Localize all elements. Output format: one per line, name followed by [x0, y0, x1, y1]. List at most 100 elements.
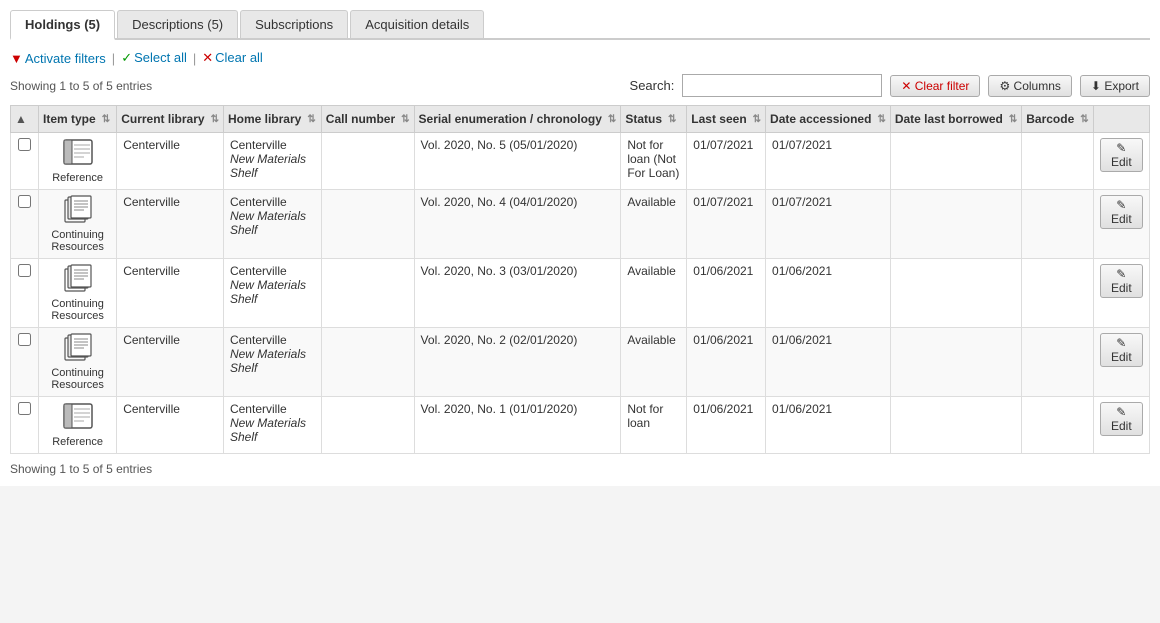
row-checkbox[interactable]: [18, 402, 31, 415]
item-type-label: Continuing Resources: [45, 298, 110, 322]
showing-label-top: Showing 1 to 5 of 5 entries: [10, 79, 152, 93]
sort-icon-item-type: ⇅: [102, 114, 110, 125]
item-type-content: Continuing Resources: [45, 195, 110, 253]
item-type-content: Continuing Resources: [45, 264, 110, 322]
filter-icon: ▼: [10, 51, 23, 66]
row-checkbox[interactable]: [18, 195, 31, 208]
call-number-cell: [321, 397, 414, 454]
item-type-label: Continuing Resources: [45, 367, 110, 391]
sort-icon-date-acc: ⇅: [877, 114, 885, 125]
serial-enum-cell: Vol. 2020, No. 2 (02/01/2020): [414, 328, 621, 397]
clear-filter-button[interactable]: ✕ Clear filter: [890, 75, 980, 97]
sort-up-icon: ▲: [15, 112, 27, 126]
edit-cell: ✎ Edit: [1093, 397, 1149, 454]
holdings-table: ▲ Item type⇅ Current library⇅ Home libra…: [10, 105, 1150, 454]
export-icon: ⬇: [1091, 79, 1101, 93]
serial-icon: [64, 333, 92, 364]
col-date-last-borrowed[interactable]: Date last borrowed⇅: [890, 106, 1021, 133]
edit-button[interactable]: ✎ Edit: [1100, 138, 1143, 172]
edit-pencil-icon: ✎: [1116, 405, 1126, 419]
last-seen-cell: 01/06/2021: [687, 259, 766, 328]
last-seen-cell: 01/07/2021: [687, 133, 766, 190]
call-number-cell: [321, 259, 414, 328]
row-checkbox[interactable]: [18, 333, 31, 346]
row-checkbox[interactable]: [18, 264, 31, 277]
controls-row: Showing 1 to 5 of 5 entries Search: ✕ Cl…: [10, 74, 1150, 97]
date-accessioned-cell: 01/07/2021: [766, 133, 891, 190]
item-type-cell: Reference: [39, 397, 117, 454]
item-type-content: Reference: [45, 138, 110, 184]
search-input[interactable]: [682, 74, 882, 97]
edit-pencil-icon: ✎: [1116, 141, 1126, 155]
showing-label-bottom: Showing 1 to 5 of 5 entries: [10, 462, 1150, 476]
status-cell: Not for loan: [621, 397, 687, 454]
select-all-header: ▲: [11, 106, 39, 133]
edit-cell: ✎ Edit: [1093, 190, 1149, 259]
filter-toolbar: ▼Activate filters | ✓Select all | ✕Clear…: [10, 50, 1150, 66]
date-accessioned-cell: 01/06/2021: [766, 397, 891, 454]
edit-pencil-icon: ✎: [1116, 336, 1126, 350]
row-checkbox-cell: [11, 397, 39, 454]
sort-icon-date-bor: ⇅: [1009, 114, 1017, 125]
item-type-label: Continuing Resources: [45, 229, 110, 253]
home-library-cell: CentervilleNew Materials Shelf: [223, 259, 321, 328]
table-body: ReferenceCentervilleCentervilleNew Mater…: [11, 133, 1150, 454]
serial-enum-cell: Vol. 2020, No. 3 (03/01/2020): [414, 259, 621, 328]
item-type-cell: Reference: [39, 133, 117, 190]
call-number-cell: [321, 190, 414, 259]
edit-button[interactable]: ✎ Edit: [1100, 402, 1143, 436]
home-library-cell: CentervilleNew Materials Shelf: [223, 397, 321, 454]
serial-enum-cell: Vol. 2020, No. 1 (01/01/2020): [414, 397, 621, 454]
tab-descriptions[interactable]: Descriptions (5): [117, 10, 238, 38]
row-checkbox[interactable]: [18, 138, 31, 151]
col-item-type[interactable]: Item type⇅: [39, 106, 117, 133]
item-type-cell: Continuing Resources: [39, 190, 117, 259]
edit-button[interactable]: ✎ Edit: [1100, 195, 1143, 229]
clear-all-link[interactable]: ✕Clear all: [202, 50, 263, 66]
barcode-cell: [1022, 190, 1093, 259]
page-wrapper: Holdings (5) Descriptions (5) Subscripti…: [0, 0, 1160, 486]
last-seen-cell: 01/07/2021: [687, 190, 766, 259]
serial-enum-cell: Vol. 2020, No. 5 (05/01/2020): [414, 133, 621, 190]
col-date-accessioned[interactable]: Date accessioned⇅: [766, 106, 891, 133]
home-library-cell: CentervilleNew Materials Shelf: [223, 133, 321, 190]
edit-button[interactable]: ✎ Edit: [1100, 264, 1143, 298]
col-call-number[interactable]: Call number⇅: [321, 106, 414, 133]
table-row: ReferenceCentervilleCentervilleNew Mater…: [11, 133, 1150, 190]
activate-filters-link[interactable]: ▼Activate filters: [10, 51, 106, 66]
row-checkbox-cell: [11, 328, 39, 397]
item-type-content: Reference: [45, 402, 110, 448]
col-status[interactable]: Status⇅: [621, 106, 687, 133]
sort-icon-status: ⇅: [668, 114, 676, 125]
edit-button[interactable]: ✎ Edit: [1100, 333, 1143, 367]
last-seen-cell: 01/06/2021: [687, 397, 766, 454]
item-type-cell: Continuing Resources: [39, 328, 117, 397]
status-cell: Available: [621, 328, 687, 397]
col-serial-enum[interactable]: Serial enumeration / chronology⇅: [414, 106, 621, 133]
tab-subscriptions[interactable]: Subscriptions: [240, 10, 348, 38]
col-barcode[interactable]: Barcode⇅: [1022, 106, 1093, 133]
barcode-cell: [1022, 259, 1093, 328]
export-button[interactable]: ⬇ Export: [1080, 75, 1150, 97]
status-cell: Available: [621, 190, 687, 259]
col-last-seen[interactable]: Last seen⇅: [687, 106, 766, 133]
tab-holdings[interactable]: Holdings (5): [10, 10, 115, 40]
sort-icon-call-number: ⇅: [401, 114, 409, 125]
search-label: Search:: [630, 78, 675, 93]
barcode-cell: [1022, 397, 1093, 454]
select-all-link[interactable]: ✓Select all: [121, 50, 187, 66]
sort-icon-serial: ⇅: [608, 114, 616, 125]
date-accessioned-cell: 01/06/2021: [766, 259, 891, 328]
serial-enum-cell: Vol. 2020, No. 4 (04/01/2020): [414, 190, 621, 259]
col-current-library[interactable]: Current library⇅: [117, 106, 224, 133]
row-checkbox-cell: [11, 259, 39, 328]
serial-icon: [64, 264, 92, 295]
tab-acquisition[interactable]: Acquisition details: [350, 10, 484, 38]
current-library-cell: Centerville: [117, 397, 224, 454]
call-number-cell: [321, 328, 414, 397]
date-last-borrowed-cell: [890, 397, 1021, 454]
item-type-label: Reference: [52, 436, 103, 448]
columns-button[interactable]: ⚙ Columns: [988, 75, 1071, 97]
col-home-library[interactable]: Home library⇅: [223, 106, 321, 133]
row-checkbox-cell: [11, 133, 39, 190]
